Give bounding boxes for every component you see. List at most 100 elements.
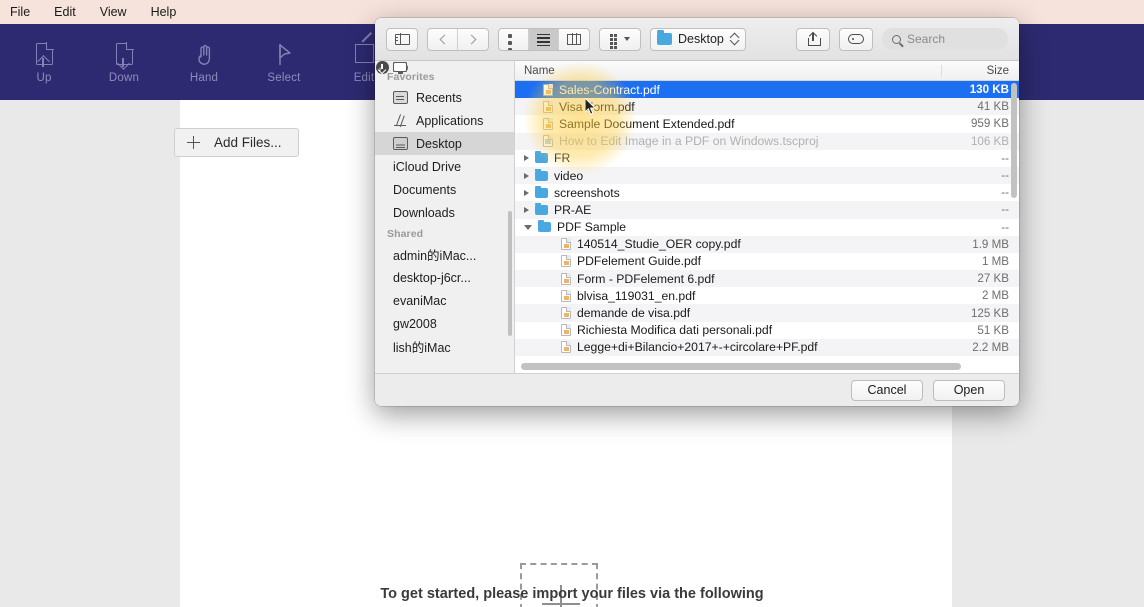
screen: FileEditViewHelp UpDownHandSelectEditPag… — [0, 0, 1144, 607]
file-name-cell: Sales-Contract.pdf — [515, 83, 941, 97]
view-mode-group[interactable] — [498, 27, 590, 51]
sidebar-item-desktop-j6cr[interactable]: desktop-j6cr... — [375, 62, 514, 289]
pdf-file-icon — [561, 238, 571, 251]
toolbar-button-label: Hand — [189, 71, 219, 84]
column-view-icon — [567, 33, 581, 45]
toolbar-button-label: Down — [108, 71, 140, 84]
table-row[interactable]: Visa Form.pdf 41 KB — [515, 98, 1019, 116]
sidebar-item-desktop[interactable]: Desktop — [375, 132, 514, 155]
file-name-cell: 140514_Studie_OER copy.pdf — [515, 237, 941, 251]
file-name-label: PR-AE — [554, 202, 592, 217]
toolbar-button-up[interactable]: Up — [4, 26, 84, 98]
sidebar-item-lish-imac[interactable]: lish的iMac — [375, 62, 514, 358]
table-row[interactable]: How to Edit Image in a PDF on Windows.ts… — [515, 132, 1019, 150]
toolbar-button-select[interactable]: Select — [244, 26, 324, 98]
file-size-cell: 2.2 MB — [972, 340, 1009, 354]
file-size-cell: -- — [1001, 203, 1009, 217]
table-row[interactable]: Sample Document Extended.pdf 959 KB — [515, 115, 1019, 132]
sidebar-item-label: iCloud Drive — [393, 159, 462, 174]
menu-item-file[interactable]: File — [10, 5, 30, 19]
menu-item-edit[interactable]: Edit — [54, 5, 76, 19]
page-up-icon — [31, 41, 57, 69]
file-name-label: Visa Form.pdf — [559, 99, 635, 114]
table-row[interactable]: PDFelement Guide.pdf 1 MB — [515, 253, 1019, 270]
file-list-vertical-scrollbar[interactable] — [1011, 83, 1017, 198]
sidebar-item-gw2008[interactable]: gw2008 — [375, 62, 514, 335]
table-row[interactable]: Sales-Contract.pdf 130 KB — [515, 81, 1019, 99]
view-icons-button[interactable] — [499, 28, 529, 50]
group-by-group[interactable] — [599, 27, 641, 51]
toolbar-button-label: Edit — [353, 71, 375, 84]
add-files-button[interactable]: Add Files... — [174, 128, 299, 157]
file-size-cell: 130 KB — [969, 83, 1009, 97]
toolbar-button-down[interactable]: Down — [84, 26, 164, 98]
table-row[interactable]: demande de visa.pdf 125 KB — [515, 304, 1019, 322]
path-label: Desktop — [678, 32, 724, 46]
path-popup-button[interactable]: Desktop — [650, 27, 746, 51]
computer-icon — [393, 62, 407, 75]
sidebar-item-label: Recents — [416, 90, 462, 105]
disclosure-triangle-icon[interactable] — [524, 206, 529, 213]
file-size-cell: 1.9 MB — [972, 237, 1009, 251]
sidebar-item-evanimac[interactable]: evaniMac — [375, 62, 514, 312]
file-size-cell: -- — [1001, 220, 1009, 234]
table-row[interactable]: screenshots -- — [515, 184, 1019, 201]
table-row[interactable]: 140514_Studie_OER copy.pdf 1.9 MB — [515, 235, 1019, 253]
group-by-button[interactable] — [600, 29, 640, 50]
folder-icon — [535, 168, 548, 181]
add-files-label: Add Files... — [214, 135, 282, 150]
table-row[interactable]: Legge+di+Bilancio+2017+-+circolare+PF.pd… — [515, 338, 1019, 356]
table-row[interactable]: PR-AE -- — [515, 201, 1019, 219]
menu-item-view[interactable]: View — [100, 5, 127, 19]
disclosure-triangle-icon[interactable] — [524, 155, 529, 162]
sidebar-item-downloads[interactable]: Downloads — [375, 61, 514, 224]
sidebar-item-applications[interactable]: Applications — [375, 109, 514, 132]
view-list-button[interactable] — [529, 28, 559, 50]
sidebar-item-label: Desktop — [416, 136, 462, 151]
file-name-cell: blvisa_119031_en.pdf — [515, 289, 941, 303]
table-row[interactable]: blvisa_119031_en.pdf 2 MB — [515, 287, 1019, 304]
sidebar-item-admin-imac[interactable]: admin的iMac... — [375, 62, 514, 266]
sidebar-item-recents[interactable]: Recents — [375, 86, 514, 109]
disclosure-triangle-icon[interactable] — [524, 224, 532, 230]
tag-button[interactable] — [839, 27, 873, 51]
table-row[interactable]: FR -- — [515, 150, 1019, 167]
view-columns-button[interactable] — [559, 29, 589, 50]
sidebar-scrollbar[interactable] — [508, 211, 512, 336]
table-row[interactable]: Form - PDFelement 6.pdf 27 KB — [515, 270, 1019, 288]
search-field[interactable]: Search — [882, 28, 1008, 50]
desktop-icon — [393, 137, 408, 150]
search-icon — [892, 34, 901, 44]
toolbar-button-hand[interactable]: Hand — [164, 26, 244, 98]
sidebar-item-icloud-drive[interactable]: iCloud Drive — [375, 63, 514, 178]
list-view-icon — [537, 33, 550, 47]
forward-button[interactable] — [458, 29, 488, 50]
navigation-group[interactable] — [427, 27, 489, 51]
file-name-cell: FR — [515, 151, 941, 165]
sidebar-item-label: Documents — [393, 182, 457, 197]
plus-icon — [187, 136, 200, 149]
share-button[interactable] — [796, 27, 830, 51]
folder-icon — [535, 185, 548, 198]
open-button[interactable]: Open — [933, 379, 1005, 401]
sidebar-toggle-group[interactable] — [386, 27, 418, 51]
file-list-horizontal-scrollbar[interactable] — [521, 363, 961, 370]
file-name-cell: How to Edit Image in a PDF on Windows.ts… — [515, 134, 941, 148]
table-row[interactable]: Richiesta Modifica dati personali.pdf 51 … — [515, 322, 1019, 339]
column-header-name[interactable]: Name — [515, 65, 941, 77]
sidebar-toggle-button[interactable] — [387, 29, 417, 50]
table-row[interactable]: PDF Sample -- — [515, 219, 1019, 236]
cancel-button[interactable]: Cancel — [851, 379, 923, 401]
table-row[interactable]: video -- — [515, 166, 1019, 185]
file-size-cell: -- — [1001, 169, 1009, 183]
column-header-size[interactable]: Size — [941, 64, 1019, 77]
file-name-label: Legge+di+Bilancio+2017+-+circolare+PF.pd… — [577, 340, 818, 355]
pdf-file-icon — [543, 83, 553, 96]
disclosure-triangle-icon[interactable] — [524, 189, 529, 196]
back-button[interactable] — [428, 28, 458, 50]
disclosure-triangle-icon[interactable] — [524, 172, 529, 179]
menu-item-help[interactable]: Help — [151, 5, 177, 19]
sidebar-item-documents[interactable]: Documents — [375, 61, 514, 201]
file-name-cell: demande de visa.pdf — [515, 306, 941, 320]
chevron-right-icon — [466, 34, 477, 44]
